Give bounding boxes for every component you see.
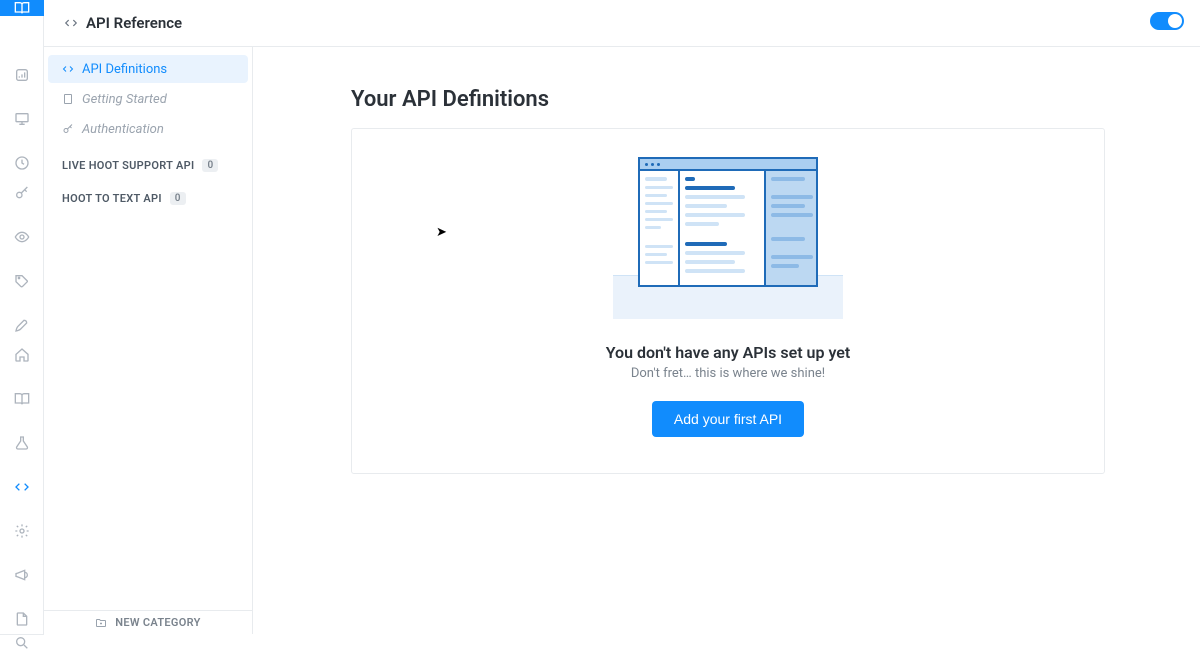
sidebar-link-label: Authentication — [82, 122, 164, 137]
new-category-button[interactable]: NEW CATEGORY — [44, 610, 252, 634]
category-label: HOOT TO TEXT API — [62, 192, 162, 205]
code-icon — [14, 479, 30, 495]
sidebar-category-hoot-to-text[interactable]: HOOT TO TEXT API 0 — [44, 184, 252, 209]
rail-item-announce[interactable] — [0, 560, 44, 590]
rail-item-guides[interactable] — [0, 384, 44, 414]
sidebar-link-api-definitions[interactable]: API Definitions — [48, 55, 248, 83]
code-icon — [62, 63, 74, 75]
key-icon — [14, 185, 30, 201]
main-heading: Your API Definitions — [351, 87, 1150, 112]
add-first-api-button[interactable]: Add your first API — [652, 401, 804, 437]
empty-state-card: You don't have any APIs set up yet Don't… — [351, 128, 1105, 474]
rail-search[interactable] — [0, 634, 44, 651]
category-count-badge: 0 — [170, 192, 186, 205]
sidebar-link-getting-started[interactable]: Getting Started — [48, 85, 248, 113]
rail-group-3 — [0, 340, 44, 634]
sidebar-category-live-hoot[interactable]: LIVE HOOT SUPPORT API 0 — [44, 151, 252, 176]
rail-group-2 — [0, 178, 44, 340]
main-content: Your API Definitions — [253, 47, 1200, 634]
rail-group-1 — [0, 60, 44, 178]
gear-icon — [14, 523, 30, 539]
rail-item-home[interactable] — [0, 340, 44, 370]
rail-item-dashboard[interactable] — [0, 60, 44, 90]
file-icon — [14, 611, 30, 627]
rail-item-file[interactable] — [0, 604, 44, 634]
page-icon — [62, 93, 74, 105]
book-icon — [14, 391, 30, 407]
sidebar: API Definitions Getting Started Authenti… — [44, 47, 253, 634]
eye-icon — [14, 229, 30, 245]
dashboard-icon — [14, 67, 30, 83]
toggle-knob — [1168, 14, 1182, 28]
rail-item-api-reference[interactable] — [0, 472, 44, 502]
icon-rail — [0, 0, 44, 634]
sidebar-link-authentication[interactable]: Authentication — [48, 115, 248, 143]
rail-item-tag[interactable] — [0, 266, 44, 296]
empty-state-illustration — [613, 157, 843, 319]
search-icon — [14, 635, 30, 651]
rail-item-settings[interactable] — [0, 516, 44, 546]
sidebar-scroll: API Definitions Getting Started Authenti… — [44, 47, 252, 610]
folder-plus-icon — [95, 617, 107, 629]
clock-icon — [14, 155, 30, 171]
megaphone-icon — [14, 567, 30, 583]
app-logo[interactable] — [0, 0, 44, 16]
rail-item-clock[interactable] — [0, 148, 44, 178]
empty-state-title: You don't have any APIs set up yet — [606, 343, 851, 362]
rail-item-key[interactable] — [0, 178, 44, 208]
rail-item-pen[interactable] — [0, 310, 44, 340]
code-icon — [64, 16, 78, 30]
category-count-badge: 0 — [202, 159, 218, 172]
rail-item-eye[interactable] — [0, 222, 44, 252]
home-icon — [14, 347, 30, 363]
rail-item-flask[interactable] — [0, 428, 44, 458]
live-toggle[interactable] — [1150, 12, 1184, 30]
sidebar-link-label: API Definitions — [82, 62, 167, 77]
page-title: API Reference — [86, 14, 182, 32]
pen-icon — [14, 317, 30, 333]
category-label: LIVE HOOT SUPPORT API — [62, 159, 194, 172]
topbar: API Reference — [44, 0, 1200, 47]
flask-icon — [14, 435, 30, 451]
book-open-icon — [14, 0, 30, 16]
empty-state-subtitle: Don't fret… this is where we shine! — [631, 366, 825, 381]
key-icon — [62, 123, 74, 135]
tag-icon — [14, 273, 30, 289]
sidebar-link-label: Getting Started — [82, 92, 167, 107]
new-category-label: NEW CATEGORY — [115, 616, 200, 629]
presentation-icon — [14, 111, 30, 127]
rail-item-metrics[interactable] — [0, 104, 44, 134]
